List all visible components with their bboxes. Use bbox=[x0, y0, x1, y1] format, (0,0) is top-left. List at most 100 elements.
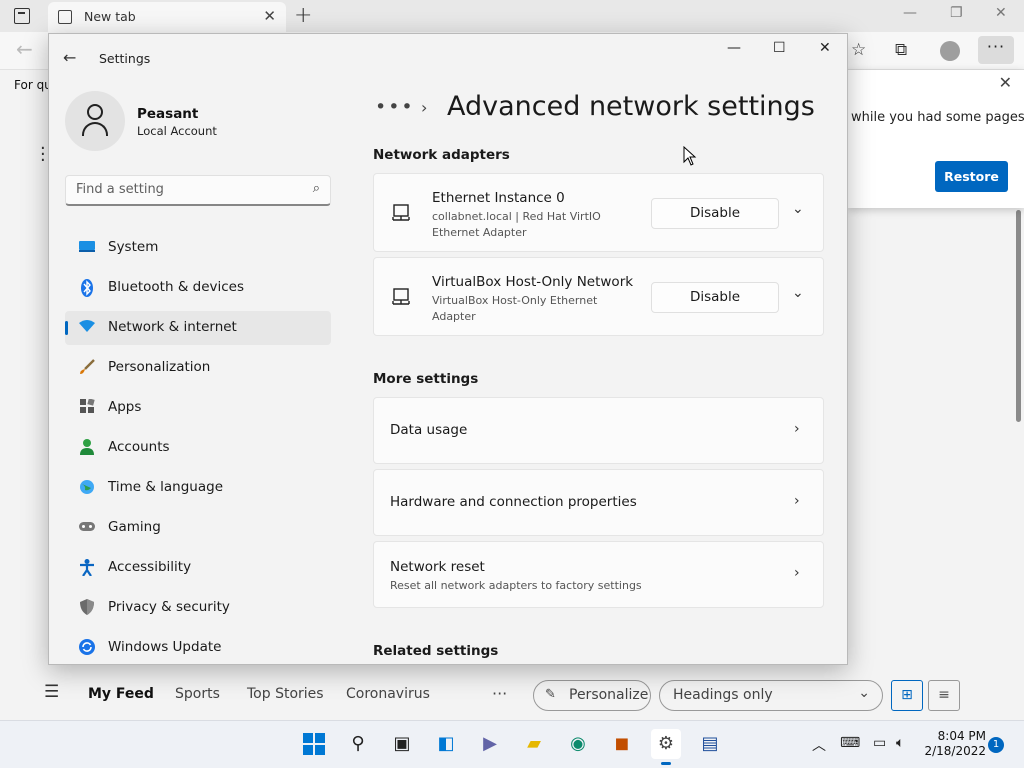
new-tab-button[interactable]: + bbox=[294, 3, 312, 28]
bluetooth-icon bbox=[78, 279, 96, 297]
store-icon[interactable]: ◼ bbox=[607, 729, 637, 759]
clock-date: 2/18/2022 bbox=[924, 744, 986, 758]
settings-taskbar-icon[interactable]: ⚙ bbox=[651, 729, 681, 765]
keyboard-icon[interactable]: ⌨ bbox=[840, 735, 860, 751]
page-menu-dots-icon[interactable]: · · · bbox=[40, 140, 46, 170]
sidebar-item-personalization[interactable]: Personalization bbox=[65, 351, 331, 385]
search-taskbar-icon[interactable]: ⚲ bbox=[343, 729, 373, 759]
browser-minimize-icon[interactable]: — bbox=[903, 5, 917, 21]
collections-icon[interactable]: ⧉ bbox=[895, 40, 907, 60]
restore-button[interactable]: Restore bbox=[935, 161, 1008, 192]
adapter-card-virtualbox[interactable]: VirtualBox Host-Only Network VirtualBox … bbox=[373, 257, 824, 336]
ethernet-adapter-icon bbox=[392, 288, 410, 305]
sidebar-item-label: Apps bbox=[108, 399, 142, 415]
file-explorer-icon[interactable]: ▰ bbox=[519, 729, 549, 759]
clock[interactable]: 8:04 PM 2/18/2022 bbox=[920, 729, 986, 759]
start-icon[interactable] bbox=[299, 729, 329, 759]
browser-back-icon[interactable]: ← bbox=[16, 37, 33, 61]
chevron-up-icon[interactable]: ︿ bbox=[812, 735, 826, 755]
link-label: Data usage bbox=[390, 422, 468, 438]
network-adapters-heading: Network adapters bbox=[373, 147, 510, 163]
page-scrollbar[interactable] bbox=[1016, 210, 1021, 422]
task-view-icon[interactable]: ▣ bbox=[387, 729, 417, 759]
restore-pages-popup: ✕ while you had some pages Restore bbox=[848, 70, 1024, 208]
list-view-button[interactable]: ≡ bbox=[928, 680, 960, 711]
chevron-down-icon[interactable]: ⌄ bbox=[792, 201, 804, 217]
page-title: Advanced network settings bbox=[447, 91, 815, 122]
disable-adapter-button[interactable]: Disable bbox=[651, 282, 779, 313]
tab-title: New tab bbox=[84, 9, 136, 24]
chevron-right-icon: › bbox=[794, 421, 800, 437]
feed-tab-top-stories[interactable]: Top Stories bbox=[247, 686, 324, 702]
close-icon[interactable]: ✕ bbox=[819, 40, 831, 56]
chevron-down-icon[interactable]: ⌄ bbox=[792, 285, 804, 301]
sidebar-item-label: Bluetooth & devices bbox=[108, 279, 245, 295]
accounts-icon bbox=[78, 439, 96, 457]
data-usage-link[interactable]: Data usage › bbox=[373, 397, 824, 464]
sidebar-item-accounts[interactable]: Accounts bbox=[65, 431, 331, 465]
sidebar-item-time-language[interactable]: Time & language bbox=[65, 471, 331, 505]
volume-icon[interactable]: 🔈︎ bbox=[896, 735, 904, 751]
browser-restore-icon[interactable]: ❐ bbox=[950, 5, 963, 21]
news-feed-bar: ☰ My Feed Sports Top Stories Coronavirus… bbox=[0, 672, 1024, 718]
sidebar-item-gaming[interactable]: Gaming bbox=[65, 511, 331, 545]
sidebar-item-bluetooth[interactable]: Bluetooth & devices bbox=[65, 271, 331, 305]
layout-select[interactable]: Headings only ⌄ bbox=[659, 680, 883, 711]
popup-close-icon[interactable]: ✕ bbox=[999, 73, 1012, 92]
minimize-icon[interactable]: — bbox=[727, 40, 741, 56]
widgets-icon[interactable]: ◧ bbox=[431, 729, 461, 759]
sidebar-item-network[interactable]: Network & internet bbox=[65, 311, 331, 345]
browser-tab-bar: New tab ✕ + — ❐ ✕ bbox=[0, 0, 1024, 32]
sidebar-item-label: Network & internet bbox=[108, 319, 237, 335]
settings-and-more-button[interactable]: ··· bbox=[978, 36, 1014, 64]
personalize-button[interactable]: ✎ Personalize bbox=[533, 680, 651, 711]
maximize-icon[interactable]: ☐ bbox=[773, 40, 786, 56]
quick-links-label: For qu bbox=[14, 78, 52, 92]
settings-window: ← Settings — ☐ ✕ Peasant Local Account F… bbox=[48, 33, 848, 665]
feed-menu-icon[interactable]: ☰ bbox=[44, 682, 59, 702]
adapter-card-ethernet[interactable]: Ethernet Instance 0 collabnet.local | Re… bbox=[373, 173, 824, 252]
tab-close-icon[interactable]: ✕ bbox=[263, 7, 276, 25]
tab-actions-icon[interactable] bbox=[14, 8, 30, 24]
network-icon[interactable]: ▭ bbox=[873, 735, 886, 751]
search-placeholder: Find a setting bbox=[76, 182, 164, 197]
sidebar-item-system[interactable]: System bbox=[65, 231, 331, 265]
favorites-icon[interactable]: ☆ bbox=[851, 40, 866, 60]
hardware-properties-link[interactable]: Hardware and connection properties › bbox=[373, 469, 824, 536]
user-avatar[interactable] bbox=[65, 91, 125, 151]
adapter-name: VirtualBox Host-Only Network bbox=[432, 274, 634, 290]
edge-icon[interactable]: ◉ bbox=[563, 729, 593, 759]
remote-desktop-icon[interactable]: ▤ bbox=[695, 729, 725, 759]
gamepad-icon bbox=[78, 519, 96, 537]
feed-tab-my-feed[interactable]: My Feed bbox=[88, 686, 154, 702]
sidebar-item-label: Accessibility bbox=[108, 559, 192, 575]
chat-icon[interactable]: ▶ bbox=[475, 729, 505, 759]
network-reset-link[interactable]: Network reset Reset all network adapters… bbox=[373, 541, 824, 608]
sidebar-item-apps[interactable]: Apps bbox=[65, 391, 331, 425]
notification-badge[interactable]: 1 bbox=[988, 737, 1004, 753]
disable-adapter-button[interactable]: Disable bbox=[651, 198, 779, 229]
browser-tab[interactable]: New tab ✕ bbox=[48, 2, 286, 32]
back-arrow-icon[interactable]: ← bbox=[63, 48, 76, 67]
breadcrumb-more-button[interactable]: ••• bbox=[375, 96, 415, 118]
profile-account-type: Local Account bbox=[137, 124, 217, 138]
wifi-icon bbox=[78, 319, 96, 337]
window-title: Settings bbox=[99, 51, 151, 66]
taskbar: ⚲ ▣ ◧ ▶ ▰ ◉ ◼ ⚙ ▤ ︿ ⌨ ▭ 🔈︎ 8:04 PM 2/18/… bbox=[0, 720, 1024, 768]
browser-close-icon[interactable]: ✕ bbox=[995, 5, 1007, 21]
feed-tab-sports[interactable]: Sports bbox=[175, 686, 220, 702]
shield-icon bbox=[78, 599, 96, 617]
grid-view-button[interactable]: ⊞ bbox=[891, 680, 923, 711]
feed-more-icon[interactable]: ··· bbox=[492, 684, 507, 703]
sidebar-item-accessibility[interactable]: Accessibility bbox=[65, 551, 331, 585]
sidebar-item-windows-update[interactable]: Windows Update bbox=[65, 631, 331, 664]
adapter-description: collabnet.local | Red Hat VirtIO Etherne… bbox=[432, 210, 601, 239]
mouse-cursor-icon bbox=[683, 146, 697, 166]
sidebar-item-privacy[interactable]: Privacy & security bbox=[65, 591, 331, 625]
adapter-description: VirtualBox Host-Only Ethernet Adapter bbox=[432, 294, 598, 323]
find-setting-input[interactable]: Find a setting ⌕ bbox=[65, 175, 331, 206]
browser-profile-avatar[interactable] bbox=[940, 41, 960, 61]
link-label: Network reset bbox=[390, 559, 485, 575]
feed-tab-coronavirus[interactable]: Coronavirus bbox=[346, 686, 430, 702]
link-description: Reset all network adapters to factory se… bbox=[390, 579, 642, 592]
